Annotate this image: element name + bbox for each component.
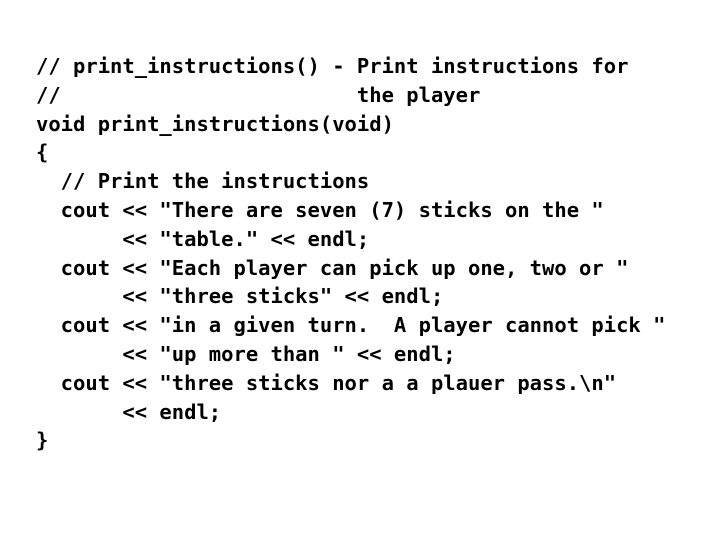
code-line: cout << "three sticks nor a a plauer pas… [36,370,617,395]
code-line: << endl; [36,399,222,424]
code-line: cout << "There are seven (7) sticks on t… [36,197,604,222]
code-listing: // print_instructions() - Print instruct… [36,52,665,455]
code-line: void print_instructions(void) [36,111,394,136]
code-line: << "up more than " << endl; [36,341,456,366]
code-line: cout << "Each player can pick up one, tw… [36,255,629,280]
code-line: << "table." << endl; [36,226,370,251]
code-line: } [36,428,49,453]
code-slide: // print_instructions() - Print instruct… [0,0,720,540]
code-line: // the player [36,82,481,107]
code-line: cout << "in a given turn. A player canno… [36,313,666,338]
code-line: // print_instructions() - Print instruct… [36,54,629,78]
code-block: // print_instructions() - Print instruct… [36,52,665,455]
code-line: // Print the instructions [36,169,370,194]
code-line: << "three sticks" << endl; [36,284,444,309]
code-line: { [36,140,49,165]
